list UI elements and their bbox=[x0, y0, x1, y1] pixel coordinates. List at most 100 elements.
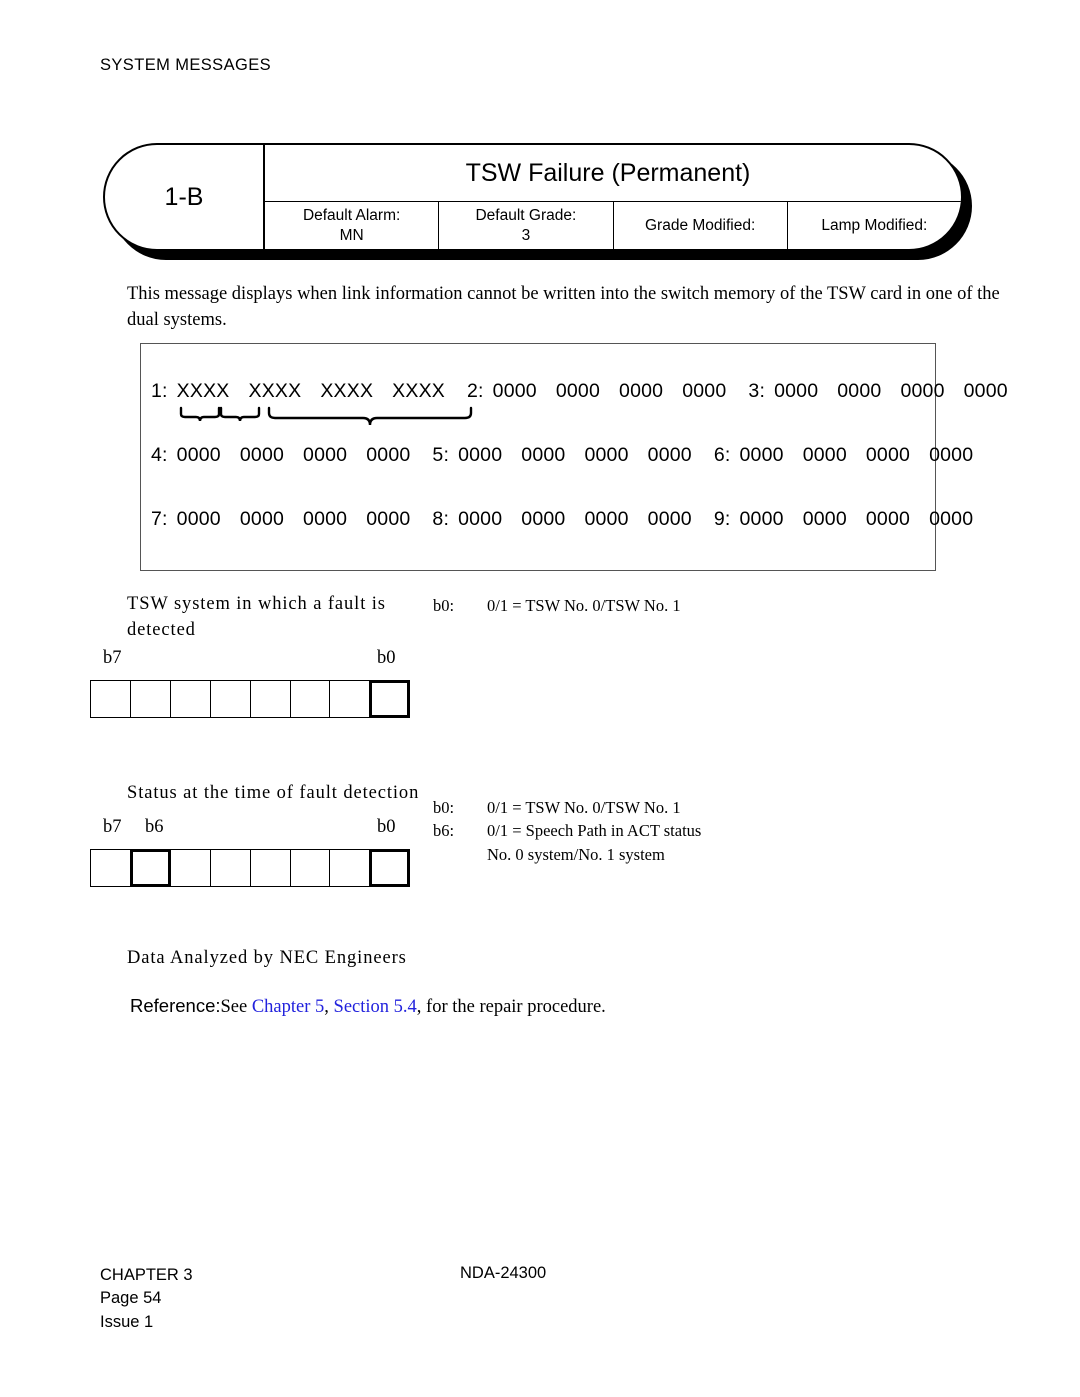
data-word: 0000 bbox=[647, 444, 692, 466]
data-word: XXXX bbox=[176, 380, 230, 402]
plate-body: 1-B TSW Failure (Permanent) Default Alar… bbox=[103, 143, 963, 251]
bitfield-label-right: b0 bbox=[377, 648, 396, 668]
bitfield-cell-b7[interactable] bbox=[90, 849, 131, 887]
page-footer: CHAPTER 3 Page 54 Issue 1 bbox=[100, 1264, 193, 1334]
data-word: 0000 bbox=[865, 444, 911, 466]
data-group-index: 5: bbox=[432, 444, 450, 466]
data-word: XXXX bbox=[320, 380, 374, 402]
data-word: 0000 bbox=[739, 444, 784, 466]
bitfield-grid bbox=[90, 680, 411, 718]
plate-right-section: TSW Failure (Permanent) Default Alarm: M… bbox=[265, 145, 961, 249]
bitfield-cell-b4[interactable] bbox=[209, 849, 251, 887]
data-group-index: 8: bbox=[432, 508, 450, 530]
data-word: 0000 bbox=[682, 380, 727, 402]
bitfield-notes: b0: 0/1 = TSW No. 0/TSW No. 1 bbox=[433, 594, 853, 617]
data-word: 0000 bbox=[303, 444, 348, 466]
data-word: 0000 bbox=[492, 380, 537, 402]
data-word: 0000 bbox=[865, 508, 911, 530]
footer-chapter: CHAPTER 3 bbox=[100, 1266, 193, 1284]
field-default-alarm-label: Default Alarm: bbox=[302, 206, 401, 224]
bitfield-note-key: b0: bbox=[433, 798, 455, 817]
message-title-plate: 1-B TSW Failure (Permanent) Default Alar… bbox=[103, 143, 972, 260]
data-word: 0000 bbox=[929, 444, 974, 466]
data-word: 0000 bbox=[802, 508, 847, 530]
bitfield-caption: TSW system in which a fault is detected bbox=[127, 594, 386, 640]
data-word: 0000 bbox=[774, 380, 819, 402]
field-default-grade-label: Default Grade: bbox=[475, 206, 577, 224]
field-default-grade-value: 3 bbox=[521, 226, 531, 244]
bitfield-cell-b1[interactable] bbox=[329, 849, 371, 887]
footer-page: Page 54 bbox=[100, 1289, 162, 1308]
data-word: 0000 bbox=[584, 444, 629, 466]
bitfield-cell-b6[interactable] bbox=[129, 680, 171, 718]
bitfield-cell-b1[interactable] bbox=[329, 680, 371, 718]
bitfield-label-left: b7 bbox=[103, 817, 122, 837]
bitfield-cell-b5[interactable] bbox=[169, 849, 211, 887]
field-default-alarm: Default Alarm: MN bbox=[265, 202, 440, 249]
data-word: 0000 bbox=[366, 444, 411, 466]
data-word: 0000 bbox=[929, 508, 974, 530]
field-default-alarm-value: MN bbox=[339, 226, 364, 244]
bitfield-cell-b3[interactable] bbox=[249, 680, 291, 718]
bitfield-note-value: 0/1 = TSW No. 0/TSW No. 1 bbox=[487, 596, 681, 615]
running-head: SYSTEM MESSAGES bbox=[100, 56, 272, 74]
data-row: 4: 0000 0000 0000 0000 5: 0000 0000 0000 0000 6: 00… bbox=[151, 444, 973, 467]
data-row: 1: XXXX XXXX XXXX XXXX 2: 0000 0000 0000 0000 3: 00… bbox=[151, 380, 1008, 403]
data-word: 0000 bbox=[176, 508, 221, 530]
data-word: XXXX bbox=[392, 380, 445, 402]
data-group-index: 2: bbox=[466, 380, 484, 402]
bitfield-cell-b5[interactable] bbox=[169, 680, 211, 718]
reference-separator: , bbox=[324, 997, 334, 1017]
data-group-index: 3: bbox=[748, 380, 766, 402]
bitfield-cell-b2[interactable] bbox=[289, 680, 331, 718]
brace-group-svg bbox=[179, 406, 473, 426]
data-word: 0000 bbox=[303, 508, 348, 530]
plate-field-row: Default Alarm: MN Default Grade: 3 Grade… bbox=[265, 202, 961, 249]
bitfield-note-key: b0: bbox=[433, 596, 455, 615]
field-lamp-modified: Lamp Modified: bbox=[788, 202, 961, 249]
bitfield-note-value: 0/1 = Speech Path in ACT status bbox=[487, 821, 702, 841]
data-word: 0000 bbox=[739, 508, 784, 530]
data-group-index: 4: bbox=[151, 444, 168, 466]
data-word: 0000 bbox=[239, 508, 285, 530]
data-word: 0000 bbox=[555, 380, 601, 402]
data-group-index: 9: bbox=[713, 508, 731, 530]
data-word: 0000 bbox=[963, 380, 1008, 402]
reference-suffix: , for the repair procedure. bbox=[416, 997, 606, 1017]
bitfield-note-value: 0/1 = TSW No. 0/TSW No. 1 bbox=[487, 798, 681, 817]
reference-label: Reference: bbox=[130, 995, 221, 1016]
bitfield-caption: Status at the time of fault detection bbox=[127, 783, 420, 803]
reference-link-section[interactable]: Section 5.4 bbox=[334, 997, 417, 1017]
data-word: 0000 bbox=[647, 508, 692, 530]
field-default-grade: Default Grade: 3 bbox=[439, 202, 614, 249]
data-group-index: 6: bbox=[713, 444, 731, 466]
bitfield-cell-b0[interactable] bbox=[369, 680, 411, 718]
data-word: 0000 bbox=[458, 444, 503, 466]
bitfield-label-right: b0 bbox=[377, 817, 396, 837]
data-word: 0000 bbox=[458, 508, 503, 530]
bitfield-cell-b0[interactable] bbox=[369, 849, 411, 887]
data-word: 0000 bbox=[521, 444, 566, 466]
data-group-index: 7: bbox=[151, 508, 168, 530]
data-word: 0000 bbox=[900, 380, 945, 402]
reference-link-chapter[interactable]: Chapter 5 bbox=[252, 997, 324, 1017]
bitfield-note: b0: 0/1 = TSW No. 0/TSW No. 1 bbox=[433, 796, 863, 819]
bitfield-cell-b7[interactable] bbox=[90, 680, 131, 718]
data-word: 0000 bbox=[619, 380, 664, 402]
data-word: 0000 bbox=[521, 508, 566, 530]
footer-document-number: NDA-24300 bbox=[460, 1264, 547, 1282]
field-grade-modified-label: Grade Modified: bbox=[644, 216, 756, 234]
bitfield-cell-b6[interactable] bbox=[129, 849, 171, 887]
data-word: 0000 bbox=[837, 380, 882, 402]
reference-line: Reference:See Chapter 5, Section 5.4, fo… bbox=[130, 995, 606, 1018]
bit-grouping-braces bbox=[151, 406, 571, 428]
bitfield-cell-b3[interactable] bbox=[249, 849, 291, 887]
bitfield-cell-b2[interactable] bbox=[289, 849, 331, 887]
bitfield-grid bbox=[90, 849, 411, 887]
message-data-frame: 1: XXXX XXXX XXXX XXXX 2: 0000 0000 0000 0000 3: 00… bbox=[140, 343, 1008, 571]
data-analyzed-note: Data Analyzed by NEC Engineers bbox=[127, 948, 407, 968]
data-group-index: 1: bbox=[151, 380, 168, 402]
data-word: XXXX bbox=[248, 380, 302, 402]
data-word: 0000 bbox=[176, 444, 221, 466]
bitfield-cell-b4[interactable] bbox=[209, 680, 251, 718]
